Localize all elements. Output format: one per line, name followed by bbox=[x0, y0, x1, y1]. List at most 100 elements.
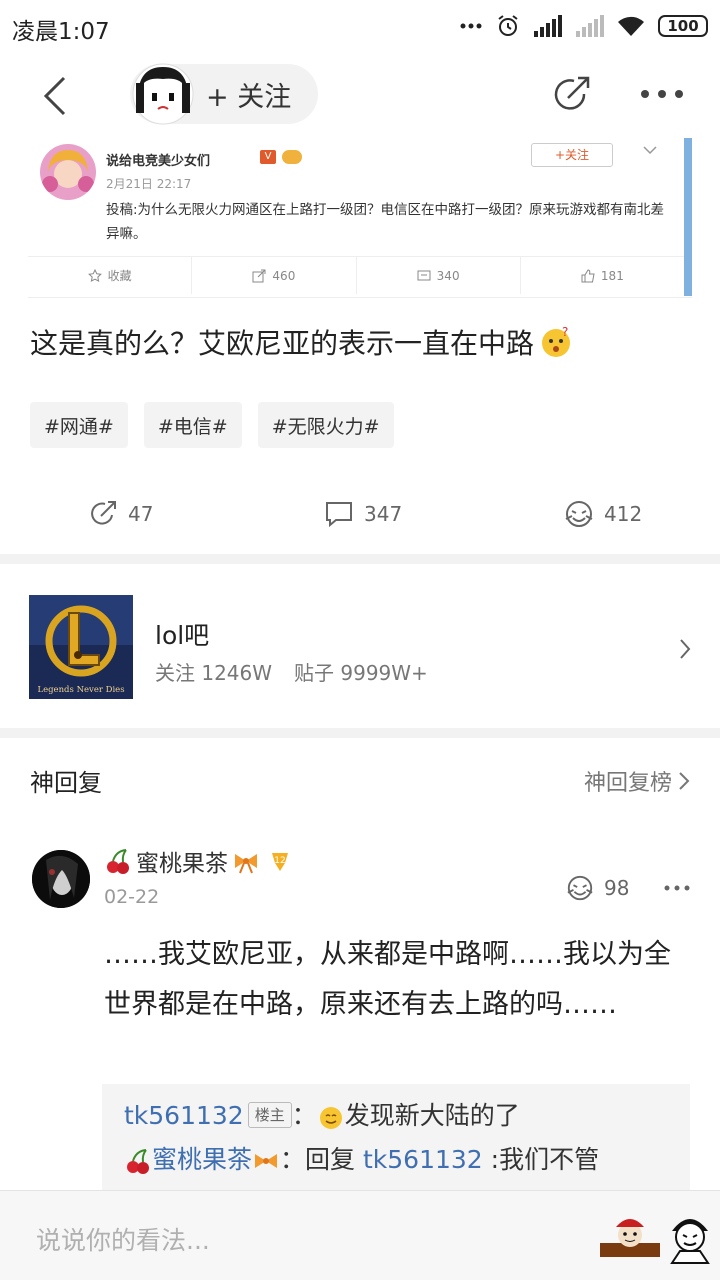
forum-logo-text: Legends Never Dies bbox=[37, 685, 124, 695]
battery-indicator: 100 bbox=[658, 15, 708, 37]
follow-button[interactable]: + 关注 bbox=[130, 63, 318, 125]
forum-name: lol吧 bbox=[155, 621, 210, 650]
hot-replies-ranking-link[interactable]: 神回复榜 bbox=[584, 765, 690, 797]
sub-reply-text: 发现新大陆的了 bbox=[344, 1101, 520, 1130]
comment-input[interactable]: 说说你的看法... bbox=[36, 1221, 210, 1257]
comment-body: ……我艾欧尼亚，从来都是中路啊……我以为全世界都是在中路，原来还有去上路的吗…… bbox=[104, 939, 671, 1020]
bottom-input-bar: 说说你的看法... bbox=[0, 1190, 720, 1280]
more-icon[interactable] bbox=[640, 84, 684, 104]
embed-date: 2月21日 22:17 bbox=[106, 177, 192, 191]
embed-repost: 460 bbox=[192, 257, 357, 294]
sticker-meme-icon[interactable] bbox=[664, 1209, 716, 1265]
repost-button[interactable]: 47 bbox=[88, 490, 153, 538]
repost-icon bbox=[91, 501, 116, 525]
sticker-emperor-icon[interactable] bbox=[600, 1213, 660, 1261]
hot-replies-header: 神回复 神回复榜 bbox=[0, 745, 720, 809]
level-badge-icon: 12 bbox=[272, 853, 288, 871]
embed-content: 投稿:为什么无限火力网通区在上路打一级团？电信区在中路打一级团？原来玩游戏都有南… bbox=[106, 202, 665, 242]
smile-emoji-icon bbox=[319, 1107, 342, 1129]
section-divider bbox=[0, 554, 720, 564]
embed-author-name: 说给电竞美少女们 bbox=[106, 154, 211, 169]
forum-followers: 关注 1246W bbox=[155, 661, 273, 685]
back-icon[interactable] bbox=[36, 72, 76, 120]
like-button[interactable]: 412 bbox=[564, 490, 642, 538]
alarm-icon bbox=[498, 15, 518, 36]
sub-replies[interactable]: tk561132 楼主：发现新大陆的了 蜜桃果茶 ：回复 tk561132 :我们不… bbox=[102, 1084, 690, 1198]
sub-reply: tk561132 楼主： 发现新大陆的了 bbox=[124, 1094, 668, 1138]
follow-label: + 关注 bbox=[206, 81, 292, 113]
tag-chip[interactable]: #网通# bbox=[30, 402, 128, 448]
comment-count: 347 bbox=[364, 502, 403, 526]
section-divider bbox=[0, 728, 720, 738]
post-action-bar: 47 347 412 bbox=[0, 490, 720, 538]
comment-more-icon[interactable] bbox=[664, 884, 690, 892]
tag-chip[interactable]: #无限火力# bbox=[257, 402, 394, 448]
chevron-right-icon bbox=[680, 639, 691, 659]
star-icon bbox=[87, 268, 102, 282]
embed-scrollbar bbox=[684, 138, 692, 296]
sub-reply-separator: ： bbox=[291, 1101, 317, 1130]
comment-item: 蜜桃果茶 12 02-22 98 ……我艾欧尼亚，从来都是中路啊……我以为全世界… bbox=[0, 838, 720, 1198]
wifi-icon bbox=[618, 16, 644, 36]
verified-badge-icon: V bbox=[260, 150, 276, 164]
thumb-up-icon bbox=[581, 268, 595, 282]
signal-weak-icon bbox=[576, 15, 604, 37]
cherry-icon bbox=[127, 1149, 149, 1174]
embed-comment: 340 bbox=[357, 257, 521, 294]
status-icons: 100 bbox=[460, 12, 708, 40]
confused-emoji-icon: ? bbox=[542, 326, 571, 357]
like-count: 412 bbox=[604, 502, 643, 526]
hot-replies-title: 神回复 bbox=[30, 769, 102, 797]
comment-icon bbox=[326, 502, 352, 528]
cherry-icon bbox=[107, 849, 129, 874]
tag-list: #网通# #电信# #无限火力# bbox=[30, 402, 394, 448]
share-icon[interactable] bbox=[548, 72, 594, 118]
forum-stats: 关注 1246W 贴子 9999W+ bbox=[155, 657, 428, 686]
sub-reply-word: 回复 bbox=[305, 1145, 356, 1174]
embed-comment-count: 340 bbox=[436, 268, 460, 283]
repost-icon bbox=[252, 269, 266, 282]
ranking-link-label: 神回复榜 bbox=[583, 771, 672, 796]
sub-reply: 蜜桃果茶 ：回复 tk561132 :我们不管 bbox=[124, 1138, 668, 1182]
like-face-icon bbox=[567, 875, 593, 901]
embed-repost-count: 460 bbox=[272, 268, 296, 283]
commenter-avatar[interactable] bbox=[32, 850, 90, 908]
like-face-icon bbox=[565, 501, 593, 527]
nav-header: + 关注 bbox=[0, 60, 720, 132]
sub-reply-target[interactable]: tk561132 bbox=[363, 1145, 483, 1174]
embed-author-avatar bbox=[40, 144, 96, 200]
post-text: 这是真的么？艾欧尼亚的表示一直在中路? bbox=[30, 322, 572, 362]
sub-reply-separator: ： bbox=[280, 1145, 306, 1174]
repost-count: 47 bbox=[128, 502, 154, 526]
user-avatar[interactable] bbox=[132, 63, 194, 125]
sub-reply-user[interactable]: 蜜桃果茶 bbox=[152, 1145, 252, 1174]
comment-icon bbox=[417, 270, 431, 280]
comment-button[interactable]: 347 bbox=[324, 490, 402, 538]
bow-icon bbox=[255, 1154, 278, 1168]
level-number: 12 bbox=[274, 856, 285, 866]
owner-tag: 楼主 bbox=[247, 1102, 292, 1128]
commenter-name: 蜜桃果茶 bbox=[136, 851, 228, 877]
tag-chip[interactable]: #电信# bbox=[143, 402, 242, 448]
embed-actions: 收藏 460 340 181 bbox=[28, 256, 684, 294]
forum-card[interactable]: Legends Never Dies lol吧 关注 1246W 贴子 9999… bbox=[0, 566, 720, 726]
signal-icon bbox=[534, 15, 562, 37]
status-time: 凌晨1:07 bbox=[12, 19, 110, 45]
sub-reply-user[interactable]: tk561132 bbox=[124, 1101, 244, 1130]
forum-logo: Legends Never Dies bbox=[29, 595, 133, 699]
svg-text:?: ? bbox=[562, 326, 568, 339]
chevron-down-icon bbox=[643, 146, 657, 155]
bow-icon bbox=[235, 854, 257, 874]
sub-reply-text: :我们不管 bbox=[490, 1145, 600, 1174]
comment-like-count: 98 bbox=[604, 876, 630, 900]
vip-badge-icon bbox=[282, 150, 302, 164]
embed-like-count: 181 bbox=[600, 268, 624, 283]
forum-posts: 贴子 9999W+ bbox=[294, 661, 428, 685]
embedded-post-image[interactable]: 说给电竞美少女们 V +关注 2月21日 22:17 投稿:为什么无限火力网通区… bbox=[28, 138, 692, 298]
commenter-name-row[interactable]: 蜜桃果茶 12 bbox=[104, 844, 292, 878]
embed-favorite: 收藏 bbox=[28, 257, 193, 294]
more-dots-icon bbox=[460, 23, 482, 29]
post-text-content: 这是真的么？艾欧尼亚的表示一直在中路 bbox=[30, 327, 535, 360]
embed-like: 181 bbox=[521, 257, 684, 294]
comment-like-button[interactable]: 98 bbox=[566, 874, 629, 902]
